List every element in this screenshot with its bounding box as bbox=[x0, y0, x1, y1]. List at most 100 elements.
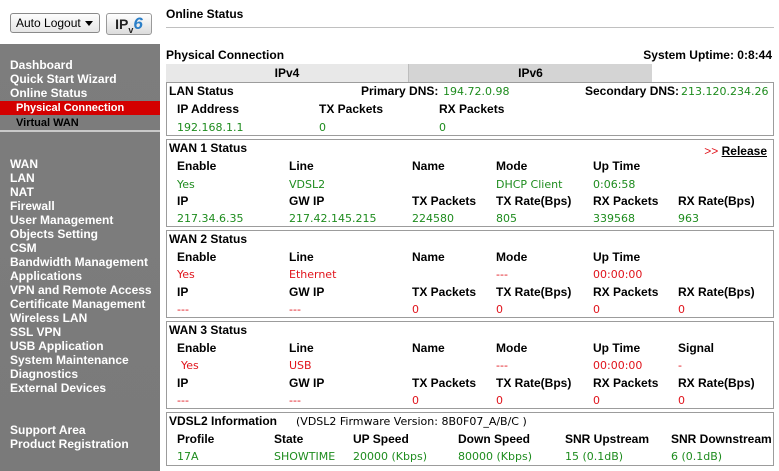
wan3-header-name: Name bbox=[412, 341, 445, 355]
lan-status-panel: LAN Status Primary DNS: 194.72.0.98 Seco… bbox=[166, 82, 774, 136]
wan1-rxrate-value: 963 bbox=[678, 212, 699, 225]
wan2-header-name: Name bbox=[412, 250, 445, 264]
vdsl2-info-title: VDSL2 Information bbox=[169, 414, 278, 428]
wan3-header-txrate: TX Rate(Bps) bbox=[496, 376, 572, 390]
sidebar-header: Auto Logout IPv6 bbox=[0, 0, 160, 44]
wan3-signal-value: - bbox=[678, 359, 682, 372]
wan1-header-rxpackets: RX Packets bbox=[593, 194, 659, 208]
wan2-header-uptime: Up Time bbox=[593, 250, 641, 264]
wan2-status-title: WAN 2 Status bbox=[169, 232, 248, 246]
lan-header-tx: TX Packets bbox=[319, 102, 384, 116]
wan3-rxpackets-value: 0 bbox=[593, 394, 600, 407]
wan3-header-rxrate: RX Rate(Bps) bbox=[678, 376, 755, 390]
wan3-header-rxpackets: RX Packets bbox=[593, 376, 659, 390]
vdsl2-firmware-version: (VDSL2 Firmware Version: 8B0F07_A/B/C ) bbox=[296, 415, 527, 428]
wan2-rxrate-value: 0 bbox=[678, 303, 685, 316]
wan3-status-title: WAN 3 Status bbox=[169, 323, 248, 337]
nav-dashboard[interactable]: Dashboard bbox=[10, 58, 73, 72]
nav-usb-application[interactable]: USB Application bbox=[10, 339, 104, 353]
nav-user-management[interactable]: User Management bbox=[10, 213, 113, 227]
wan1-gwip-value: 217.42.145.215 bbox=[289, 212, 377, 225]
wan1-header-line: Line bbox=[289, 159, 314, 173]
ip-version-tabs: IPv4 IPv6 bbox=[166, 64, 774, 82]
lan-ip-value: 192.168.1.1 bbox=[177, 121, 244, 134]
wan2-mode-value: --- bbox=[496, 268, 508, 281]
wan2-ip-value: --- bbox=[177, 303, 189, 316]
vdsl-state-value: SHOWTIME bbox=[274, 450, 336, 463]
auto-logout-select[interactable]: Auto Logout bbox=[10, 13, 100, 33]
nav-objects-setting[interactable]: Objects Setting bbox=[10, 227, 98, 241]
wan2-txpackets-value: 0 bbox=[412, 303, 419, 316]
wan2-header-enable: Enable bbox=[177, 250, 217, 264]
wan2-uptime-value: 00:00:00 bbox=[593, 268, 643, 281]
wan1-header-mode: Mode bbox=[496, 159, 528, 173]
wan1-header-txrate: TX Rate(Bps) bbox=[496, 194, 572, 208]
wan2-line-value: Ethernet bbox=[289, 268, 337, 281]
primary-dns-label: Primary DNS: bbox=[361, 84, 439, 98]
nav-diagnostics[interactable]: Diagnostics bbox=[10, 367, 78, 381]
vdsl-snr-down-value: 6 (0.1dB) bbox=[671, 450, 723, 463]
secondary-dns-label: Secondary DNS: bbox=[585, 84, 680, 98]
nav-vpn-remote-access[interactable]: VPN and Remote Access bbox=[10, 283, 152, 297]
ipv6-logo: IPv6 bbox=[106, 13, 152, 35]
wan1-txrate-value: 805 bbox=[496, 212, 517, 225]
wan3-gwip-value: --- bbox=[289, 394, 301, 407]
tab-ipv4[interactable]: IPv4 bbox=[166, 64, 408, 82]
auto-logout-value: Auto Logout bbox=[16, 16, 81, 30]
nav-certificate-management[interactable]: Certificate Management bbox=[10, 297, 145, 311]
vdsl-header-snr-up: SNR Upstream bbox=[565, 432, 650, 446]
wan1-status-panel: WAN 1 Status >> Release Enable Line Name… bbox=[166, 139, 774, 227]
wan3-header-ip: IP bbox=[177, 376, 189, 390]
nav-product-registration[interactable]: Product Registration bbox=[10, 437, 129, 451]
nav-system-maintenance[interactable]: System Maintenance bbox=[10, 353, 129, 367]
wan2-header-rxrate: RX Rate(Bps) bbox=[678, 285, 755, 299]
nav-firewall[interactable]: Firewall bbox=[10, 199, 55, 213]
nav-quick-start-wizard[interactable]: Quick Start Wizard bbox=[10, 72, 117, 86]
wan1-ip-value: 217.34.6.35 bbox=[177, 212, 244, 225]
wan1-rxpackets-value: 339568 bbox=[593, 212, 635, 225]
nav-physical-connection[interactable]: Physical Connection bbox=[0, 101, 160, 115]
wan1-release-link[interactable]: >> Release bbox=[704, 144, 767, 158]
wan3-txrate-value: 0 bbox=[496, 394, 503, 407]
wan3-header-uptime: Up Time bbox=[593, 341, 641, 355]
nav-support-area[interactable]: Support Area bbox=[10, 423, 86, 437]
vdsl-header-downspeed: Down Speed bbox=[458, 432, 531, 446]
wan1-enable-value: Yes bbox=[177, 178, 195, 191]
release-label: Release bbox=[721, 144, 767, 158]
wan2-header-mode: Mode bbox=[496, 250, 528, 264]
vdsl-header-snr-down: SNR Downstream bbox=[671, 432, 772, 446]
nav-online-status[interactable]: Online Status bbox=[10, 86, 87, 100]
nav-virtual-wan[interactable]: Virtual WAN bbox=[0, 116, 160, 130]
nav-wireless-lan[interactable]: Wireless LAN bbox=[10, 311, 87, 325]
vdsl-upspeed-value: 20000 (Kbps) bbox=[353, 450, 427, 463]
nav-lan[interactable]: LAN bbox=[10, 171, 35, 185]
nav-external-devices[interactable]: External Devices bbox=[10, 381, 106, 395]
wan1-mode-value: DHCP Client bbox=[496, 178, 563, 191]
lan-status-title: LAN Status bbox=[169, 84, 234, 98]
wan3-header-mode: Mode bbox=[496, 341, 528, 355]
nav-wan[interactable]: WAN bbox=[10, 157, 38, 171]
lan-header-ip: IP Address bbox=[177, 102, 240, 116]
nav-csm[interactable]: CSM bbox=[10, 241, 37, 255]
chevron-down-icon bbox=[85, 21, 93, 26]
wan3-uptime-value: 00:00:00 bbox=[593, 359, 643, 372]
nav-nat[interactable]: NAT bbox=[10, 185, 34, 199]
nav-ssl-vpn[interactable]: SSL VPN bbox=[10, 325, 61, 339]
wan1-line-value: VDSL2 bbox=[289, 178, 326, 191]
wan1-txpackets-value: 224580 bbox=[412, 212, 454, 225]
wan1-header-uptime: Up Time bbox=[593, 159, 641, 173]
wan1-header-name: Name bbox=[412, 159, 445, 173]
wan2-header-txpackets: TX Packets bbox=[412, 285, 477, 299]
wan3-rxrate-value: 0 bbox=[678, 394, 685, 407]
wan2-header-line: Line bbox=[289, 250, 314, 264]
wan2-status-panel: WAN 2 Status Enable Line Name Mode Up Ti… bbox=[166, 230, 774, 318]
wan2-header-txrate: TX Rate(Bps) bbox=[496, 285, 572, 299]
wan2-header-rxpackets: RX Packets bbox=[593, 285, 659, 299]
tab-ipv6[interactable]: IPv6 bbox=[408, 64, 652, 82]
wan1-header-ip: IP bbox=[177, 194, 189, 208]
vdsl-profile-value: 17A bbox=[177, 450, 199, 463]
wan2-gwip-value: --- bbox=[289, 303, 301, 316]
nav-applications[interactable]: Applications bbox=[10, 269, 82, 283]
nav-bandwidth-management[interactable]: Bandwidth Management bbox=[10, 255, 148, 269]
vdsl-downspeed-value: 80000 (Kbps) bbox=[458, 450, 532, 463]
